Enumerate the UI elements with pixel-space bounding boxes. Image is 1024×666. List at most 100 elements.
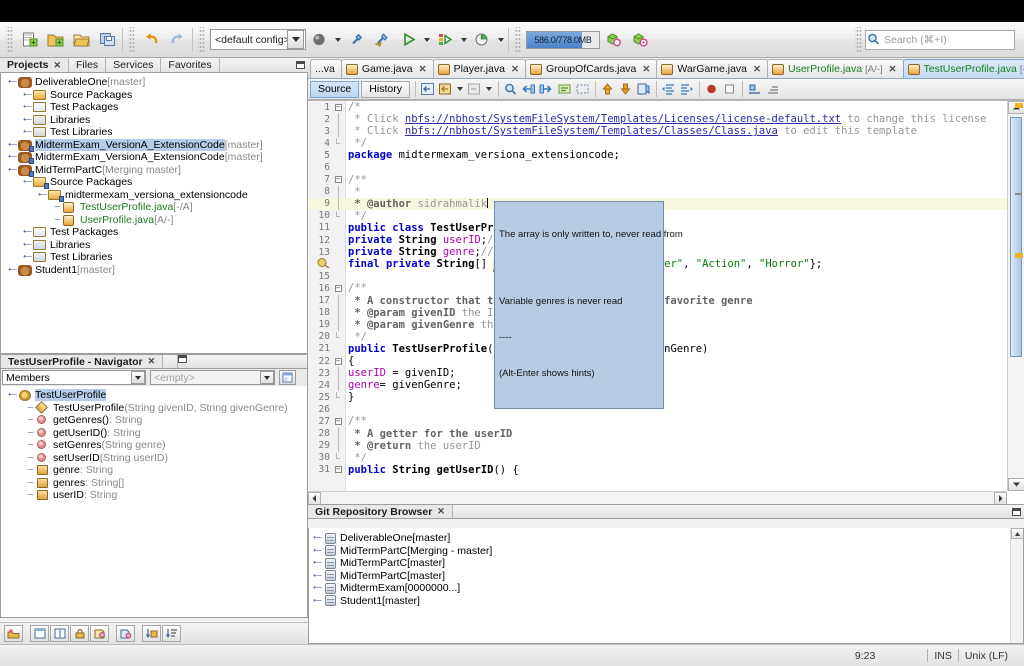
navigator-member-row[interactable]: ─getUserID() : String xyxy=(1,427,307,440)
git-repository-row[interactable]: •─MidTermPartC [Merging - master] xyxy=(309,545,1023,558)
navigator-member-row[interactable]: ─TestUserProfile(String givenID, String … xyxy=(1,402,307,415)
code-line[interactable]: 2 * Click nbfs://nbhost/SystemFileSystem… xyxy=(308,113,1007,125)
insert-mode-indicator[interactable]: INS xyxy=(928,650,958,662)
navigator-options-button[interactable] xyxy=(279,370,296,385)
expand-handle-icon[interactable]: •─ xyxy=(312,584,323,592)
code-line[interactable]: 6 xyxy=(308,161,1007,173)
heap-dump-icon[interactable] xyxy=(626,27,652,53)
next-bookmark-icon[interactable] xyxy=(617,81,635,98)
git-repository-row[interactable]: •─MidTermPartC [master] xyxy=(309,570,1023,583)
code-line[interactable]: 30 */ xyxy=(308,452,1007,464)
expand-handle-icon[interactable]: •─ xyxy=(22,128,33,136)
git-repository-row[interactable]: •─Student1 [master] xyxy=(309,595,1023,608)
editor-vertical-scrollbar[interactable] xyxy=(1007,101,1024,491)
editor-tab[interactable]: GroupOfCards.java✕ xyxy=(525,59,657,78)
git-scroll-up-button[interactable] xyxy=(1011,528,1024,539)
tree-row[interactable]: •─midtermexam_versiona_extensioncode xyxy=(1,189,307,202)
tree-row[interactable]: •─Source Packages xyxy=(1,89,307,102)
profile-dropdown-arrow[interactable] xyxy=(495,27,506,53)
chevron-down-icon[interactable] xyxy=(260,371,274,384)
expand-handle-icon[interactable]: •─ xyxy=(312,559,323,567)
history-view-button[interactable]: History xyxy=(361,81,410,98)
tab-projects[interactable]: Projects ✕ xyxy=(0,58,69,72)
expand-handle-icon[interactable]: •─ xyxy=(7,153,18,161)
tab-services[interactable]: Services xyxy=(106,58,161,72)
tree-row[interactable]: •─MidtermExam_VersionA_ExtensionCode [ma… xyxy=(1,151,307,164)
tree-row[interactable]: •─DeliverableOne [master] xyxy=(1,76,307,89)
editor-tab[interactable]: ...va xyxy=(310,59,342,78)
fold-marker[interactable]: − xyxy=(330,285,346,292)
collapse-handle-icon[interactable]: •─ xyxy=(7,166,18,174)
scroll-down-button[interactable] xyxy=(1008,478,1024,491)
tree-row[interactable]: •─Test Packages xyxy=(1,226,307,239)
warning-marker[interactable] xyxy=(1015,253,1023,258)
toggle-breakpoint-icon[interactable] xyxy=(703,81,721,98)
code-editor[interactable]: 1−/*2 * Click nbfs://nbhost/SystemFileSy… xyxy=(308,100,1024,504)
lock-icon[interactable] xyxy=(70,625,89,642)
tree-row[interactable]: •─Test Packages xyxy=(1,101,307,114)
select-region-icon[interactable] xyxy=(574,81,592,98)
minimize-git-panel-button[interactable] xyxy=(1008,505,1024,518)
expand-handle-icon[interactable]: •─ xyxy=(312,547,323,555)
tab-favorites[interactable]: Favorites xyxy=(161,58,219,72)
tree-row[interactable]: •─Test Libraries xyxy=(1,251,307,264)
git-repository-row[interactable]: •─MidTermPartC [master] xyxy=(309,557,1023,570)
expand-handle-icon[interactable]: •─ xyxy=(22,116,33,124)
navigator-member-row[interactable]: ─setUserID(String userID) xyxy=(1,452,307,465)
open-project-icon[interactable] xyxy=(68,27,94,53)
code-line[interactable]: 29 * @return the userID xyxy=(308,440,1007,452)
navigator-members-list[interactable]: •─TestUserProfile─TestUserProfile(String… xyxy=(0,386,308,618)
profile-icon[interactable] xyxy=(469,27,495,53)
navigator-member-row[interactable]: ─genres : String[] xyxy=(1,477,307,490)
tree-row[interactable]: ─TestUserProfile.java [-/A] xyxy=(1,201,307,214)
navigator-filter-dropdown[interactable]: <empty> xyxy=(150,370,275,385)
line-ending-indicator[interactable]: Unix (LF) xyxy=(959,650,1014,662)
minimize-window-button[interactable] xyxy=(292,58,308,72)
tree-row[interactable]: ─UserProfile.java [A/-] xyxy=(1,214,307,227)
code-line[interactable]: 7−/** xyxy=(308,174,1007,186)
fold-marker[interactable]: − xyxy=(330,358,346,365)
git-order-icon[interactable] xyxy=(162,625,181,642)
toolbar-grip[interactable] xyxy=(6,27,13,53)
run-icon[interactable] xyxy=(395,27,421,53)
expand-handle-icon[interactable]: •─ xyxy=(22,103,33,111)
back-nav-dropdown-arrow[interactable] xyxy=(455,81,466,98)
collapse-handle-icon[interactable]: •─ xyxy=(22,178,33,186)
navigator-member-row[interactable]: ─getGenres() : String xyxy=(1,414,307,427)
expand-handle-icon[interactable]: •─ xyxy=(312,597,323,605)
editor-tab[interactable]: Player.java✕ xyxy=(433,59,526,78)
code-line[interactable]: 3 * Click nbfs://nbhost/SystemFileSystem… xyxy=(308,125,1007,137)
expand-handle-icon[interactable]: •─ xyxy=(7,266,18,274)
navigator-member-row[interactable]: ─genre : String xyxy=(1,464,307,477)
editor-tab[interactable]: TestUserProfile.java[-/A]✕ xyxy=(903,59,1024,78)
redo-icon[interactable] xyxy=(164,27,190,53)
code-line[interactable]: 31−public String getUserID() { xyxy=(308,464,1007,476)
code-line[interactable]: 1−/* xyxy=(308,101,1007,113)
close-icon[interactable]: ✕ xyxy=(642,64,650,75)
tab-git-repository-browser[interactable]: Git Repository Browser ✕ xyxy=(308,505,453,518)
debug-dropdown-arrow[interactable] xyxy=(458,27,469,53)
source-view-button[interactable]: Source xyxy=(310,81,359,98)
toggle-indent-guides-icon[interactable] xyxy=(764,81,782,98)
collapse-handle-icon[interactable]: •─ xyxy=(7,78,18,86)
expand-handle-icon[interactable]: •─ xyxy=(22,241,33,249)
find-previous-icon[interactable] xyxy=(520,81,538,98)
close-icon[interactable]: ✕ xyxy=(148,356,156,367)
navigator-member-row[interactable]: ─setGenres(String genre) xyxy=(1,439,307,452)
previous-bookmark-icon[interactable] xyxy=(599,81,617,98)
code-line[interactable]: 8 * xyxy=(308,186,1007,198)
forward-nav-dropdown-arrow[interactable] xyxy=(484,81,495,98)
back-nav-icon[interactable] xyxy=(437,81,455,98)
build-dropdown-arrow[interactable] xyxy=(332,27,343,53)
expand-handle-icon[interactable]: •─ xyxy=(22,253,33,261)
navigator-scope-dropdown[interactable]: Members xyxy=(2,370,146,385)
editor-tab[interactable]: Game.java✕ xyxy=(341,59,434,78)
find-next-icon[interactable] xyxy=(538,81,556,98)
toolbar-grip-3[interactable] xyxy=(198,27,205,53)
clean-build-icon[interactable] xyxy=(343,27,369,53)
git-sort-icon[interactable] xyxy=(142,625,161,642)
editor-tab[interactable]: UserProfile.java[A/-]✕ xyxy=(767,59,904,78)
tree-row[interactable]: •─Student1 [master] xyxy=(1,264,307,277)
projects-tree[interactable]: •─DeliverableOne [master]•─Source Packag… xyxy=(0,73,308,354)
find-icon[interactable] xyxy=(502,81,520,98)
